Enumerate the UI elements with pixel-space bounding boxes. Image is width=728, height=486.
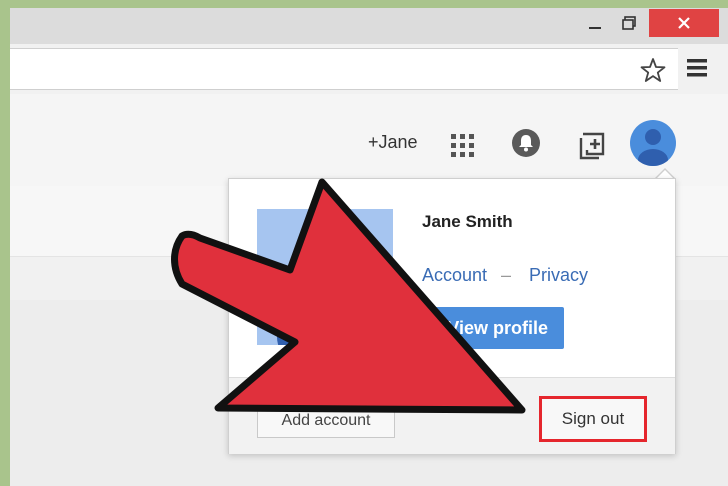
- plus-profile-link[interactable]: +Jane: [368, 132, 418, 153]
- add-account-button[interactable]: Add account: [257, 404, 395, 438]
- notification-bell-icon[interactable]: [511, 128, 541, 163]
- privacy-link[interactable]: Privacy: [529, 265, 588, 286]
- browser-window: +Jane Jane Smith Account – Privacy View …: [10, 8, 728, 486]
- address-bar[interactable]: [10, 48, 678, 90]
- account-popup: Jane Smith Account – Privacy View profil…: [228, 178, 676, 454]
- profile-name: Jane Smith: [422, 212, 513, 231]
- maximize-icon[interactable]: [617, 10, 641, 36]
- popup-footer: Add account Sign out: [229, 377, 675, 454]
- share-plus-icon[interactable]: [577, 130, 607, 165]
- menu-icon[interactable]: [686, 57, 708, 84]
- view-profile-button[interactable]: View profile: [422, 307, 564, 349]
- app-header: +Jane: [10, 94, 728, 187]
- sign-out-button[interactable]: Sign out: [539, 396, 647, 442]
- account-link[interactable]: Account: [422, 265, 487, 286]
- close-icon[interactable]: [649, 9, 719, 37]
- window-titlebar: [10, 8, 728, 44]
- avatar-icon[interactable]: [630, 120, 676, 166]
- profile-photo[interactable]: [257, 209, 393, 345]
- link-separator: –: [501, 265, 512, 285]
- minimize-icon[interactable]: [583, 10, 607, 36]
- apps-grid-icon[interactable]: [451, 134, 475, 163]
- star-icon[interactable]: [640, 57, 666, 88]
